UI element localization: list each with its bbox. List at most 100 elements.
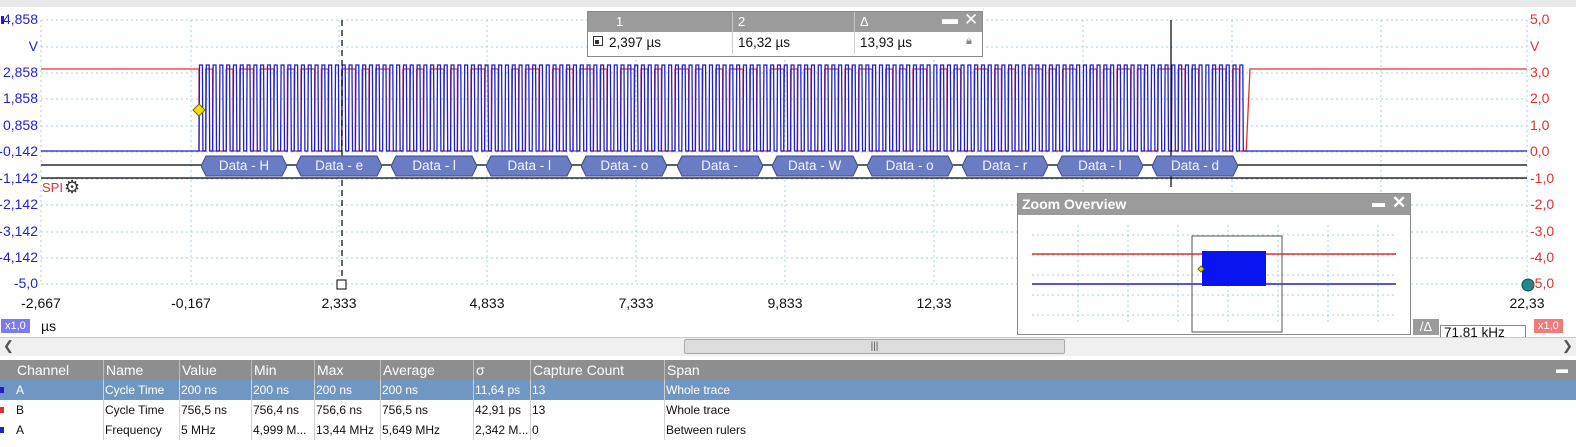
x-axis-label: 2,333	[321, 295, 357, 311]
table-cell: Whole trace	[666, 383, 731, 397]
zoom-overview-canvas[interactable]	[1018, 215, 1410, 333]
spi-decode-packet[interactable]: Data -	[676, 155, 763, 177]
x-axis-label: -0,167	[171, 295, 211, 311]
table-cell: 2,342 M...	[475, 423, 529, 437]
close-icon[interactable]: ✕	[1392, 193, 1406, 213]
table-row[interactable]: A Frequency 5 MHz 4,999 M... 13,44 MHz 5,649 …	[0, 420, 1576, 440]
y-axis-left-label: -2,142	[0, 196, 38, 212]
spi-decode-label: Data - o	[885, 158, 934, 173]
table-row[interactable]: A Cycle Time 200 ns 200 ns 200 ns 200 ns 11,64…	[0, 380, 1576, 400]
x-axis-label: 12,33	[916, 295, 952, 311]
scroll-right-arrow-icon[interactable]: ❯	[1562, 338, 1573, 354]
spi-decode-packet[interactable]: Data - l	[486, 155, 573, 177]
x-axis-label: 22,33	[1509, 295, 1545, 311]
y-axis-right-label: -2,0	[1530, 196, 1555, 212]
channel-color-swatch	[0, 427, 4, 433]
x-axis-label: 7,333	[618, 295, 654, 311]
ruler-header-1: 1	[616, 14, 624, 29]
x-zoom-badge-right[interactable]: x1,0	[1534, 319, 1563, 333]
y-axis-right-label: V	[1530, 38, 1540, 54]
table-cell: 13,44 MHz	[316, 423, 375, 437]
column-header[interactable]: Capture Count	[533, 362, 624, 378]
scroll-left-arrow-icon[interactable]: ❮	[3, 338, 14, 354]
column-header[interactable]: Channel	[17, 362, 69, 378]
table-cell: Frequency	[105, 423, 162, 437]
table-cell: 756,4 ns	[253, 403, 300, 417]
spi-decode-label: Data - W	[787, 158, 842, 173]
table-cell: Whole trace	[666, 403, 731, 417]
minimize-icon[interactable]: ▬	[942, 11, 958, 29]
channel-color-swatch	[0, 407, 4, 413]
y-axis-left-label: 1,858	[2, 90, 38, 106]
column-header[interactable]: Name	[106, 362, 143, 378]
table-cell: 0	[532, 423, 539, 437]
table-cell: 756,6 ns	[316, 403, 363, 417]
frequency-readout: 71,81 kHz	[1440, 325, 1526, 337]
ruler-header-delta: Δ	[860, 14, 869, 29]
spi-decode-packet[interactable]: Data - l	[1056, 155, 1143, 177]
scrollbar-thumb[interactable]: |||	[684, 339, 1065, 354]
table-cell: Cycle Time	[105, 383, 165, 397]
spi-decode-packet[interactable]: Data - l	[391, 155, 478, 177]
table-cell: 200 ns	[316, 383, 353, 397]
spi-decode-packet[interactable]: Data - d	[1152, 155, 1238, 177]
table-cell: Cycle Time	[105, 403, 165, 417]
spi-decode-packet[interactable]: Data - o	[866, 155, 953, 177]
y-axis-left-label: -5,0	[13, 275, 38, 291]
lock-icon[interactable]: 🔒︎	[966, 35, 972, 48]
spi-decode-label: Data - e	[315, 158, 364, 173]
spi-decode-label: Data - l	[507, 158, 552, 173]
spi-decode-label: Data - l	[1078, 158, 1122, 173]
ruler-value-1: 2,397 µs	[609, 35, 662, 50]
y-axis-left-label: -1,142	[0, 170, 38, 186]
y-axis-right-label: -4,0	[1530, 249, 1555, 265]
y-axis-left-label: V	[28, 38, 38, 54]
measurements-table[interactable]: Channel Name Value Min Max Average σ Capture Co…	[0, 360, 1576, 447]
x-zoom-badge-left[interactable]: x1,0	[1, 319, 30, 333]
y-axis-left-label: 4,858	[2, 11, 38, 27]
column-header[interactable]: Max	[317, 362, 343, 378]
y-axis-right-label: 3,0	[1530, 64, 1550, 80]
table-row[interactable]: B Cycle Time 756,5 ns 756,4 ns 756,6 ns 756,5…	[0, 400, 1576, 420]
close-icon[interactable]: ✕	[964, 10, 978, 30]
column-header[interactable]: σ	[476, 362, 485, 378]
zoom-overview-panel[interactable]: Zoom Overview ▬ ✕	[1017, 193, 1411, 335]
x-unit-label: µs	[41, 318, 57, 334]
table-cell: A	[16, 423, 25, 437]
spi-decode-packet[interactable]: Data - W	[771, 155, 858, 177]
table-cell: Between rulers	[666, 423, 747, 437]
ruler-value-delta: 13,93 µs	[860, 35, 913, 50]
channel-color-swatch	[0, 387, 4, 393]
table-cell: 13	[532, 383, 546, 397]
y-axis-right-label: -5,0	[1530, 275, 1555, 291]
table-cell: 200 ns	[382, 383, 419, 397]
column-header[interactable]: Value	[182, 362, 217, 378]
spi-label: SPI	[42, 180, 63, 195]
spi-decode-packet[interactable]: Data - r	[961, 155, 1048, 177]
spi-decode-label: Data - o	[600, 158, 649, 173]
gear-icon[interactable]: ⚙	[64, 177, 80, 198]
column-header[interactable]: Min	[254, 362, 277, 378]
y-axis-right-label: 1,0	[1530, 117, 1550, 133]
spi-decode-packet[interactable]: Data - o	[581, 155, 668, 177]
scope-view[interactable]: 4,858 V 2,858 1,858 0,858 -0,142 -1,142 -2,142 -…	[0, 7, 1576, 337]
y-axis-right-label: 2,0	[1530, 90, 1550, 106]
x-axis-label: 9,833	[767, 295, 803, 311]
table-cell: 200 ns	[181, 383, 218, 397]
spi-decode-packet[interactable]: Data - H	[201, 155, 287, 177]
minimize-icon[interactable]: ▬	[1372, 195, 1385, 210]
horizontal-scrollbar[interactable]: ❮ ||| ❯	[0, 337, 1576, 356]
y-axis-left-label: -0,142	[0, 143, 38, 159]
column-header[interactable]: Average	[383, 362, 435, 378]
y-axis-left-label: 2,858	[2, 64, 38, 80]
column-header[interactable]: Span	[667, 362, 700, 378]
ruler-panel[interactable]: 1 2 Δ ▬ ✕ 2,397 µs 16,32 µs 13,93 µs 🔒︎	[587, 10, 983, 57]
zoom-overview-title: Zoom Overview	[1022, 196, 1127, 212]
table-cell: 5 MHz	[181, 423, 216, 437]
spi-decode-packet[interactable]: Data - e	[296, 155, 383, 177]
table-cell: 200 ns	[253, 383, 290, 397]
channel-a-trace	[41, 64, 1527, 152]
spi-decode-label: Data - d	[1170, 158, 1220, 173]
collapse-icon[interactable]: ▬	[1556, 362, 1568, 376]
y-axis-left-label: -3,142	[0, 223, 38, 239]
